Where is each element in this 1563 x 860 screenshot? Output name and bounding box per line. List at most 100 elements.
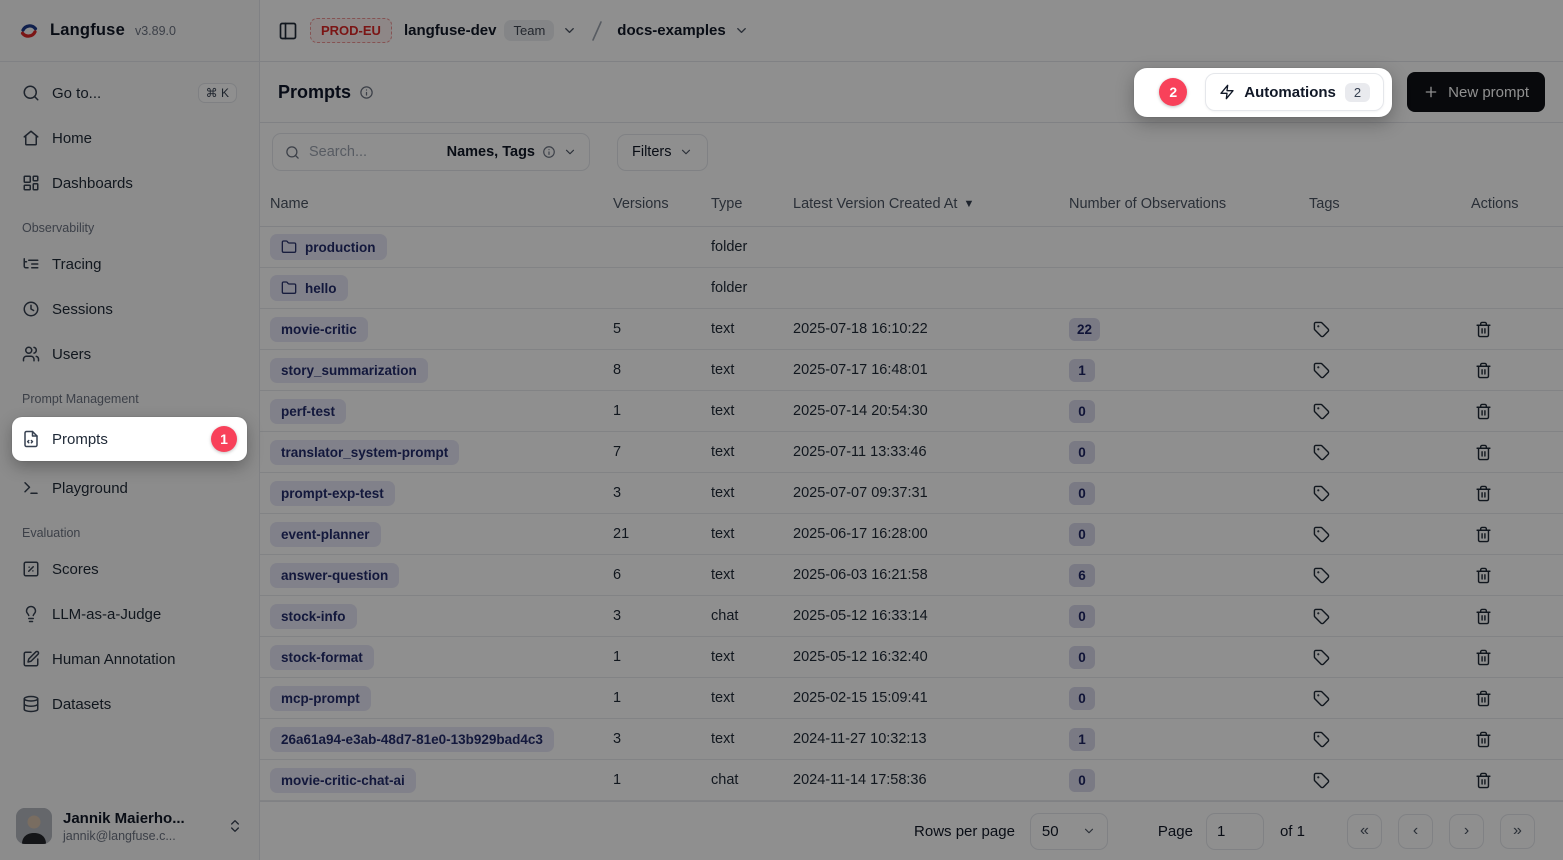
table-row[interactable]: stock-info 3 chat 2025-05-12 16:33:14 0 [260, 596, 1563, 637]
delete-button[interactable] [1471, 645, 1496, 670]
prompt-name-badge[interactable]: stock-info [270, 604, 357, 629]
prompt-name-badge[interactable]: mcp-prompt [270, 686, 371, 711]
tag-button[interactable] [1309, 563, 1334, 588]
table-row[interactable]: movie-critic 5 text 2025-07-18 16:10:22 … [260, 309, 1563, 350]
sidebar-item-llm-judge[interactable]: LLM-as-a-Judge [12, 596, 247, 632]
slash-divider-icon [589, 20, 605, 42]
breadcrumb-organization[interactable]: langfuse-dev Team [404, 20, 577, 41]
next-page-button[interactable]: › [1449, 814, 1484, 849]
column-header-latest-version[interactable]: Latest Version Created At ▼ [793, 196, 1069, 212]
page-number-input[interactable] [1206, 813, 1264, 850]
info-icon[interactable] [359, 85, 374, 100]
user-menu[interactable]: Jannik Maierho... jannik@langfuse.c... [0, 795, 259, 860]
sidebar-item-label: Prompts [52, 431, 108, 448]
tag-button[interactable] [1309, 604, 1334, 629]
delete-button[interactable] [1471, 522, 1496, 547]
tag-button[interactable] [1309, 481, 1334, 506]
tag-button[interactable] [1309, 522, 1334, 547]
sidebar-item-tracing[interactable]: Tracing [12, 246, 247, 282]
tag-button[interactable] [1309, 399, 1334, 424]
tag-button[interactable] [1309, 440, 1334, 465]
cell-type: text [711, 649, 793, 665]
sidebar-item-prompts[interactable]: Prompts 1 [12, 417, 247, 461]
table-row[interactable]: event-planner 21 text 2025-06-17 16:28:0… [260, 514, 1563, 555]
table-row[interactable]: mcp-prompt 1 text 2025-02-15 15:09:41 0 [260, 678, 1563, 719]
tag-button[interactable] [1309, 358, 1334, 383]
tag-button[interactable] [1309, 686, 1334, 711]
sidebar-item-dashboards[interactable]: Dashboards [12, 165, 247, 201]
delete-button[interactable] [1471, 727, 1496, 752]
prompt-name-badge[interactable]: perf-test [270, 399, 346, 424]
sidebar-item-users[interactable]: Users [12, 336, 247, 372]
delete-button[interactable] [1471, 686, 1496, 711]
table-row[interactable]: 26a61a94-e3ab-48d7-81e0-13b929bad4c3 3 t… [260, 719, 1563, 760]
sidebar-item-datasets[interactable]: Datasets [12, 686, 247, 722]
tag-button[interactable] [1309, 768, 1334, 793]
filters-button[interactable]: Filters [617, 134, 708, 171]
observations-badge: 1 [1069, 728, 1095, 751]
table-row[interactable]: translator_system-prompt 7 text 2025-07-… [260, 432, 1563, 473]
prompt-name-badge[interactable]: movie-critic [270, 317, 368, 342]
sidebar-item-scores[interactable]: Scores [12, 551, 247, 587]
prompt-name-badge[interactable]: hello [270, 275, 348, 301]
tag-button[interactable] [1309, 317, 1334, 342]
sidebar-item-sessions[interactable]: Sessions [12, 291, 247, 327]
observations-badge: 0 [1069, 400, 1095, 423]
sidebar-toggle-icon[interactable] [278, 21, 298, 41]
delete-button[interactable] [1471, 317, 1496, 342]
delete-button[interactable] [1471, 481, 1496, 506]
last-page-button[interactable]: » [1500, 814, 1535, 849]
tag-button[interactable] [1309, 645, 1334, 670]
tag-button[interactable] [1309, 727, 1334, 752]
sidebar-item-label: Playground [52, 480, 128, 497]
prompt-name-badge[interactable]: stock-format [270, 645, 374, 670]
tag-icon [1313, 526, 1330, 543]
prompt-name-badge[interactable]: prompt-exp-test [270, 481, 395, 506]
table-row[interactable]: prompt-exp-test 3 text 2025-07-07 09:37:… [260, 473, 1563, 514]
delete-button[interactable] [1471, 440, 1496, 465]
sidebar: Langfuse v3.89.0 Go to... ⌘ K Home [0, 0, 260, 860]
sidebar-item-human-annotation[interactable]: Human Annotation [12, 641, 247, 677]
automations-button[interactable]: Automations 2 [1205, 73, 1384, 111]
prompt-name-badge[interactable]: production [270, 234, 387, 260]
table-row[interactable]: stock-format 1 text 2025-05-12 16:32:40 … [260, 637, 1563, 678]
first-page-button[interactable]: « [1347, 814, 1382, 849]
trash-icon [1475, 403, 1492, 420]
delete-button[interactable] [1471, 399, 1496, 424]
chevron-down-icon [734, 23, 749, 38]
search-scope-dropdown[interactable]: Names, Tags [447, 144, 577, 160]
table-row[interactable]: perf-test 1 text 2025-07-14 20:54:30 0 [260, 391, 1563, 432]
sidebar-item-playground[interactable]: Playground [12, 470, 247, 506]
delete-button[interactable] [1471, 768, 1496, 793]
rows-per-page-select[interactable]: 50 [1030, 813, 1108, 850]
prompt-name-badge[interactable]: story_summarization [270, 358, 428, 383]
prompt-name-badge[interactable]: answer-question [270, 563, 399, 588]
table-row[interactable]: movie-critic-chat-ai 1 chat 2024-11-14 1… [260, 760, 1563, 801]
prompt-name-badge[interactable]: translator_system-prompt [270, 440, 459, 465]
prompt-name-label: stock-info [281, 609, 346, 624]
table-row[interactable]: hello folder [260, 268, 1563, 309]
prompt-name-badge[interactable]: 26a61a94-e3ab-48d7-81e0-13b929bad4c3 [270, 727, 554, 752]
sidebar-item-home[interactable]: Home [12, 120, 247, 156]
cell-versions: 1 [613, 772, 711, 788]
search-input[interactable] [309, 144, 438, 160]
environment-badge[interactable]: PROD-EU [310, 18, 392, 43]
sidebar-item-goto[interactable]: Go to... ⌘ K [12, 75, 247, 111]
new-prompt-button[interactable]: New prompt [1407, 72, 1545, 112]
column-header-tags: Tags [1309, 196, 1471, 212]
cell-created: 2025-07-18 16:10:22 [793, 321, 1069, 337]
cell-type: chat [711, 772, 793, 788]
delete-button[interactable] [1471, 358, 1496, 383]
table-row[interactable]: answer-question 6 text 2025-06-03 16:21:… [260, 555, 1563, 596]
breadcrumb-project[interactable]: docs-examples [617, 22, 748, 39]
table-row[interactable]: production folder [260, 227, 1563, 268]
prompt-name-label: 26a61a94-e3ab-48d7-81e0-13b929bad4c3 [281, 732, 543, 747]
table-row[interactable]: story_summarization 8 text 2025-07-17 16… [260, 350, 1563, 391]
tag-icon [1313, 444, 1330, 461]
delete-button[interactable] [1471, 563, 1496, 588]
prompt-name-badge[interactable]: event-planner [270, 522, 381, 547]
observations-badge: 6 [1069, 564, 1095, 587]
delete-button[interactable] [1471, 604, 1496, 629]
prompt-name-badge[interactable]: movie-critic-chat-ai [270, 768, 416, 793]
previous-page-button[interactable]: ‹ [1398, 814, 1433, 849]
